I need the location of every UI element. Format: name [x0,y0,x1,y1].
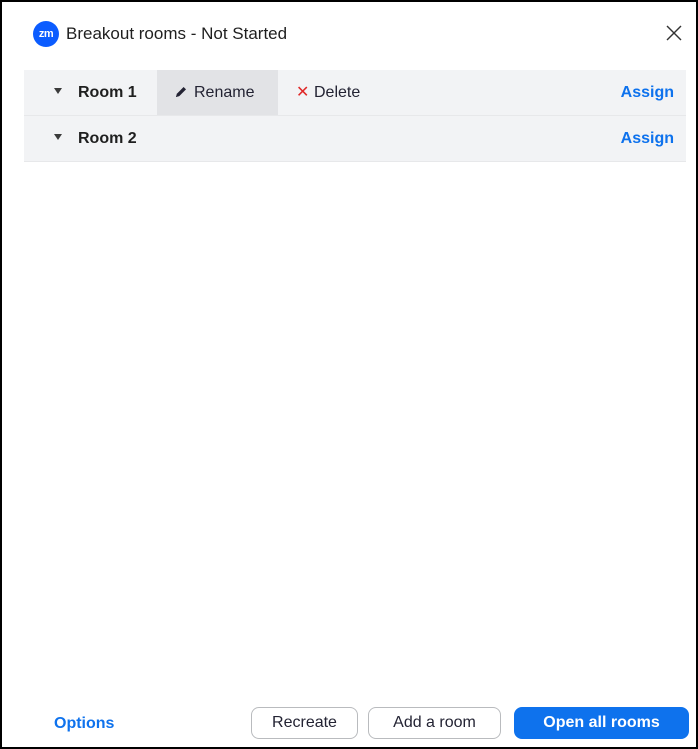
room-name: Room 1 [78,84,137,101]
zoom-logo-icon: zm [33,21,59,47]
close-button[interactable] [658,16,692,50]
delete-x-icon: ✕ [296,84,310,101]
open-all-rooms-button[interactable]: Open all rooms [514,707,689,739]
expand-caret-icon[interactable] [54,88,62,94]
room-row-2[interactable]: Room 2 Assign [24,116,686,162]
room-name: Room 2 [78,130,137,147]
title-bar: zm Breakout rooms - Not Started [2,2,696,66]
window-title: Breakout rooms - Not Started [66,24,288,43]
rooms-list-area [24,162,686,702]
recreate-button[interactable]: Recreate [251,707,358,739]
delete-button[interactable]: ✕ Delete [292,70,382,115]
rename-label: Rename [194,84,255,101]
room-row-1[interactable]: Room 1 Rename ✕ Delete Assign [24,70,686,116]
delete-label: Delete [314,84,361,101]
options-button[interactable]: Options [54,710,114,738]
assign-button[interactable]: Assign [621,116,674,161]
expand-caret-icon[interactable] [54,134,62,140]
close-icon [666,25,682,41]
rename-button[interactable]: Rename [157,70,278,115]
breakout-rooms-window: zm Breakout rooms - Not Started Room 1 R… [0,0,698,749]
assign-button[interactable]: Assign [621,70,674,115]
pencil-icon [176,87,186,97]
add-room-button[interactable]: Add a room [368,707,501,739]
